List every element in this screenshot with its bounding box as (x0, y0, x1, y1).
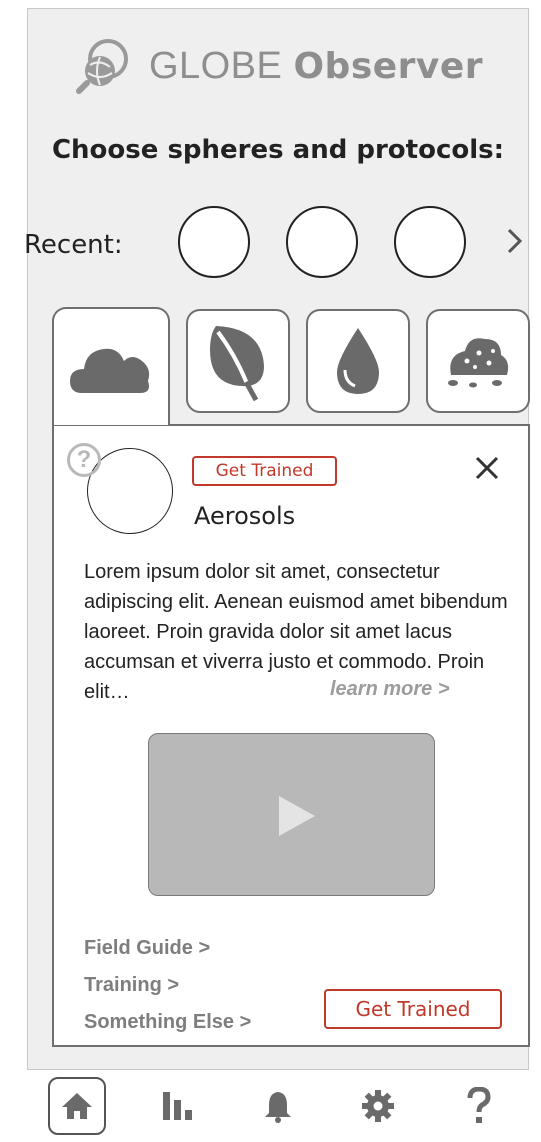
protocol-links: Field Guide > Training > Something Else … (84, 935, 251, 1046)
recent-slot-1[interactable] (178, 206, 250, 278)
page-heading: Choose spheres and protocols: (51, 135, 505, 165)
recent-slot-2[interactable] (286, 206, 358, 278)
recent-protocols: Recent: (24, 204, 528, 284)
recent-label: Recent: (24, 230, 123, 260)
field-guide-link[interactable]: Field Guide > (84, 935, 251, 972)
app-title: GLOBE Observer (148, 44, 484, 87)
recent-slot-3[interactable] (394, 206, 466, 278)
get-trained-badge[interactable]: Get Trained (192, 456, 337, 486)
bell-icon (264, 1092, 291, 1123)
help-icon (467, 1087, 491, 1123)
nav-settings[interactable] (349, 1077, 407, 1135)
app-screen: GLOBE Observer Choose spheres and protoc… (24, 8, 530, 1070)
close-icon[interactable] (474, 450, 500, 490)
get-trained-button[interactable]: Get Trained (324, 989, 502, 1029)
protocol-title: Aerosols (194, 502, 296, 530)
leaf-icon (210, 326, 264, 402)
protocol-card: ? Get Trained Aerosols Lorem ipsum dolor… (52, 424, 530, 1047)
app-logo: GLOBE Observer (28, 31, 528, 101)
chevron-right-icon[interactable] (506, 226, 524, 264)
gear-icon (362, 1090, 395, 1122)
tab-pedosphere[interactable] (426, 309, 530, 413)
globe-magnifier-icon (75, 39, 128, 94)
nav-help[interactable] (450, 1077, 508, 1135)
soil-icon (448, 338, 509, 388)
tab-hydrosphere[interactable] (306, 309, 410, 413)
cloud-icon (70, 348, 150, 393)
training-link[interactable]: Training > (84, 972, 251, 1009)
learn-more-link[interactable]: learn more > (330, 678, 450, 701)
nav-stats[interactable] (149, 1077, 207, 1135)
bottom-navigation (27, 1070, 529, 1142)
nav-home[interactable] (48, 1077, 107, 1135)
play-icon (279, 796, 315, 836)
water-drop-icon (337, 328, 379, 394)
tab-atmosphere[interactable] (52, 307, 170, 425)
home-icon (62, 1093, 93, 1119)
something-else-link[interactable]: Something Else > (84, 1009, 251, 1046)
tab-biosphere[interactable] (186, 309, 290, 413)
bar-chart-icon (162, 1092, 192, 1120)
nav-notifications[interactable] (249, 1077, 307, 1135)
video-player[interactable] (148, 733, 435, 896)
help-icon[interactable]: ? (67, 443, 101, 477)
